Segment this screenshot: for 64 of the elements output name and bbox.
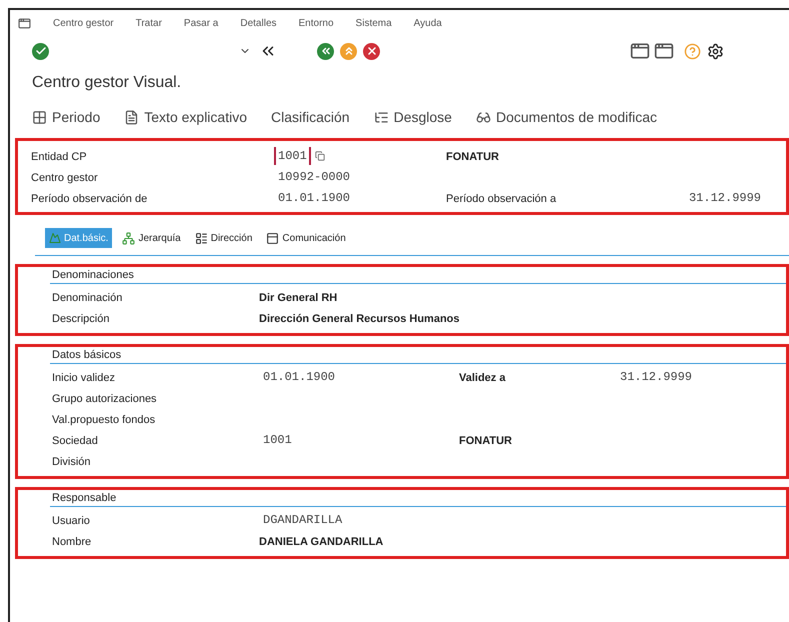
window-menu-icon[interactable]	[18, 16, 31, 30]
field-label: Entidad CP	[31, 150, 87, 162]
cancel-button[interactable]	[363, 42, 380, 60]
menu-item[interactable]: Pasar a	[184, 16, 218, 30]
toolbar-button[interactable]: Clasificación	[270, 106, 350, 128]
glasses-icon	[476, 110, 491, 124]
close-icon	[366, 45, 378, 57]
back-button[interactable]	[317, 42, 334, 60]
input-field[interactable]: 31.12.9999	[684, 188, 765, 206]
field-text: Dirección General Recursos Humanos	[259, 313, 460, 325]
toolbar-button[interactable]: Documentos de modificac	[476, 106, 658, 128]
check-icon	[34, 45, 46, 57]
field-text: FONATUR	[459, 435, 512, 447]
value-help-icon[interactable]	[314, 150, 325, 160]
input-field[interactable]: 01.01.1900	[274, 188, 354, 206]
menu-item[interactable]: Sistema	[356, 16, 392, 30]
window-icon[interactable]	[630, 41, 650, 61]
toolbar-button[interactable]: Periodo	[32, 106, 100, 128]
mountain-icon	[49, 232, 61, 244]
group-title: Datos básicos	[51, 348, 122, 362]
field-label: Val.propuesto fondos	[52, 414, 156, 426]
field-text: FONATUR	[446, 150, 499, 162]
field-text: DANIELA GANDARILLA	[259, 536, 384, 548]
field-label: Grupo autorizaciones	[52, 393, 157, 405]
group-title: Responsable	[51, 490, 116, 506]
confirm-button[interactable]	[32, 42, 49, 60]
toolbar-button[interactable]: Desglose	[374, 106, 452, 128]
input-field[interactable]: DGANDARILLA	[259, 511, 346, 529]
form-icon	[194, 232, 208, 244]
field-text: Dir General RH	[259, 292, 338, 304]
window-icon[interactable]	[654, 41, 674, 61]
toolbar-button[interactable]: Texto explicativo	[124, 106, 247, 128]
field-label: Inicio validez	[52, 372, 115, 384]
input-field[interactable]: 1001	[274, 146, 311, 164]
field-label: Nombre	[52, 536, 92, 548]
input-field[interactable]: 01.01.1900	[259, 368, 340, 386]
field-label: Período observación de	[31, 192, 148, 204]
hierarchy-icon	[122, 232, 136, 244]
settings-icon[interactable]	[707, 42, 724, 60]
field-label: Usuario	[52, 515, 90, 527]
screen-title: Centro gestor Visual.	[32, 73, 182, 93]
list-tree-icon	[374, 110, 389, 124]
field-label: Centro gestor	[31, 172, 98, 184]
tab[interactable]: Jerarquía	[118, 228, 185, 248]
menu-item[interactable]: Detalles	[240, 16, 277, 30]
field-text: Validez a	[459, 372, 506, 384]
field-label: Denominación	[52, 292, 122, 304]
input-field[interactable]: 1001	[259, 431, 296, 449]
field-label: Sociedad	[52, 435, 98, 447]
input-field[interactable]: 10992-0000	[274, 168, 354, 186]
field-label: División	[52, 456, 91, 468]
input-field[interactable]: 31.12.9999	[616, 368, 696, 386]
menu-item[interactable]: Entorno	[298, 16, 334, 30]
menu-item[interactable]: Tratar	[136, 16, 162, 30]
menu-item[interactable]: Ayuda	[414, 16, 442, 30]
field-label: Período observación a	[446, 192, 556, 204]
group-title: Denominaciones	[51, 268, 134, 282]
menu-item[interactable]: Centro gestor	[53, 16, 114, 30]
document-icon	[124, 110, 140, 124]
document-icon	[266, 232, 280, 244]
tab[interactable]: Comunicación	[262, 228, 350, 248]
tab[interactable]: Dirección	[190, 228, 256, 248]
double-chevron-left-icon	[320, 45, 332, 57]
field-label: Descripción	[52, 313, 110, 325]
